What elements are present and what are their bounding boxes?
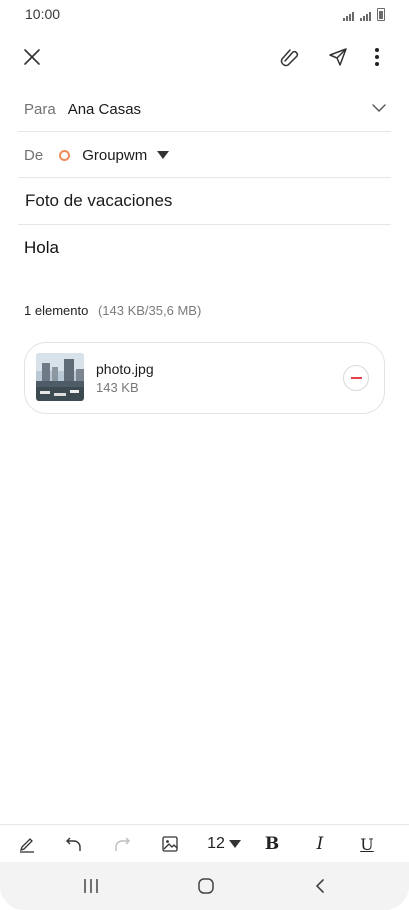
bold-button[interactable]: B bbox=[257, 831, 287, 857]
caret-down-icon[interactable] bbox=[157, 151, 170, 159]
home-button[interactable] bbox=[186, 872, 226, 900]
to-recipient[interactable]: Ana Casas bbox=[68, 101, 141, 118]
subject-row[interactable]: Foto de vacaciones bbox=[25, 178, 391, 224]
battery-icon bbox=[377, 8, 385, 21]
system-navigation-bar bbox=[0, 862, 409, 910]
signal-icon bbox=[360, 12, 371, 21]
account-dot-icon bbox=[59, 149, 71, 161]
italic-button[interactable]: I bbox=[305, 831, 335, 857]
recent-apps-icon bbox=[84, 879, 98, 893]
attachment-count: 1 elemento bbox=[24, 303, 89, 318]
font-size-value: 12 bbox=[207, 835, 225, 852]
from-row[interactable]: De Groupwm bbox=[24, 132, 391, 178]
pen-button[interactable] bbox=[12, 831, 42, 857]
attach-button[interactable] bbox=[275, 42, 305, 72]
close-icon bbox=[24, 49, 40, 65]
image-icon bbox=[162, 836, 178, 852]
undo-icon bbox=[66, 837, 81, 851]
to-row[interactable]: Para Ana Casas bbox=[24, 86, 391, 132]
back-button[interactable] bbox=[300, 872, 340, 900]
formatting-toolbar: 12 B I U bbox=[0, 824, 409, 863]
photo-thumbnail bbox=[36, 353, 84, 401]
underline-label: U bbox=[360, 834, 374, 854]
insert-image-button[interactable] bbox=[155, 831, 185, 857]
send-button[interactable] bbox=[323, 42, 353, 72]
remove-attachment-button[interactable] bbox=[343, 365, 369, 391]
attachment-file-name: photo.jpg bbox=[96, 361, 154, 377]
to-label: Para bbox=[24, 100, 56, 118]
italic-label: I bbox=[316, 834, 324, 854]
message-body[interactable]: Hola bbox=[24, 238, 59, 258]
pen-icon bbox=[19, 838, 34, 853]
attachment-file-size: 143 KB bbox=[96, 380, 139, 395]
more-options-button[interactable] bbox=[362, 42, 392, 72]
undo-button[interactable] bbox=[59, 831, 89, 857]
underline-button[interactable]: U bbox=[352, 831, 382, 857]
signal-icon bbox=[343, 12, 354, 21]
subject-field[interactable]: Foto de vacaciones bbox=[25, 191, 172, 211]
more-vertical-icon bbox=[375, 48, 379, 66]
expand-recipients-button[interactable] bbox=[371, 100, 387, 121]
divider bbox=[18, 224, 391, 225]
from-account[interactable]: Groupwm bbox=[82, 147, 147, 164]
status-time: 10:00 bbox=[25, 6, 61, 22]
font-size-dropdown[interactable]: 12 bbox=[202, 831, 246, 857]
from-label: De bbox=[24, 146, 44, 164]
recent-apps-button[interactable] bbox=[71, 872, 111, 900]
bold-label: B bbox=[264, 834, 280, 854]
back-icon bbox=[315, 879, 324, 893]
minus-icon bbox=[350, 377, 362, 379]
close-button[interactable] bbox=[17, 42, 47, 72]
attachment-card[interactable]: photo.jpg 143 KB bbox=[24, 342, 385, 414]
paperclip-icon bbox=[280, 49, 299, 67]
redo-button[interactable] bbox=[107, 831, 137, 857]
caret-down-icon bbox=[228, 840, 241, 848]
chevron-down-icon bbox=[372, 104, 386, 112]
status-icons bbox=[343, 8, 385, 21]
home-icon bbox=[198, 878, 214, 894]
send-icon bbox=[329, 48, 347, 66]
redo-icon bbox=[115, 837, 130, 851]
attachment-summary: 1 elemento (143 KB/35,6 MB) bbox=[24, 303, 201, 318]
attachment-total-size: (143 KB/35,6 MB) bbox=[97, 303, 202, 318]
